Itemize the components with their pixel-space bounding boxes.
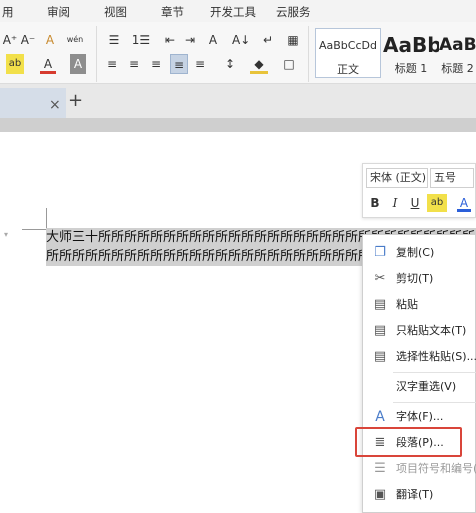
style-name: 标题 2 (441, 62, 474, 75)
context-menu: ❐ 复制(C) ✂ 剪切(T) ▤ 粘贴 ▤ 只粘贴文本(T) ▤ 选择性粘贴(… (362, 234, 476, 513)
italic-button[interactable]: I (387, 194, 403, 212)
bold-button[interactable]: B (367, 194, 383, 212)
menu-item-translate[interactable]: ▣ 翻译(T) (363, 483, 476, 507)
underline-button[interactable]: U (407, 194, 423, 212)
menu-item-label: 项目符号和编号( (396, 462, 476, 475)
menu-item-label: 字体(F)... (396, 410, 444, 423)
sort-button[interactable]: A↓ (232, 30, 250, 50)
line-spacing-button[interactable]: ↕ (220, 54, 240, 74)
menu-separator (393, 372, 476, 373)
char-shading-button[interactable]: A (70, 54, 86, 74)
font-color-button[interactable]: A (457, 194, 471, 212)
font-size-up-button[interactable]: A⁺ (2, 30, 18, 50)
annotation-highlight-box (355, 427, 462, 457)
highlight-button[interactable]: ab (427, 194, 447, 212)
style-normal[interactable]: AaBbCcDd 正文 (315, 28, 381, 78)
menu-tab-cloud[interactable]: 云服务 (276, 4, 311, 20)
bullets-button[interactable]: ☰ (104, 30, 124, 50)
menu-item-label: 选择性粘贴(S)... (396, 350, 476, 363)
new-tab-button[interactable]: + (68, 90, 83, 111)
fill-button[interactable]: ◆ (250, 54, 268, 74)
paste-special-icon: ▤ (373, 349, 387, 364)
menu-item-copy[interactable]: ❐ 复制(C) (363, 241, 476, 265)
paste-icon: ▤ (373, 297, 387, 312)
menu-item-bullets-numbering[interactable]: ☰ 项目符号和编号( (363, 457, 476, 481)
menu-tab-partial[interactable]: 用 (2, 4, 14, 20)
ribbon-divider (308, 26, 309, 82)
menu-item-cut[interactable]: ✂ 剪切(T) (363, 267, 476, 291)
menu-tab-developer[interactable]: 开发工具 (210, 4, 256, 20)
style-sample: AaB (439, 35, 476, 55)
style-heading-2[interactable]: AaB 标题 2 (439, 28, 476, 78)
justify-button[interactable]: ≡ (170, 54, 188, 74)
menu-item-paste[interactable]: ▤ 粘贴 (363, 293, 476, 317)
menu-item-reconvert[interactable]: 汉字重选(V) (363, 375, 476, 399)
menu-tab-chapter[interactable]: 章节 (161, 4, 184, 20)
document-tab[interactable]: × (0, 88, 66, 118)
workspace-background (0, 118, 476, 132)
margin-corner-mark (46, 208, 47, 230)
copy-icon: ❐ (374, 245, 386, 260)
menu-bar: 用 审阅 视图 章节 开发工具 云服务 (0, 0, 476, 22)
menu-item-font[interactable]: A 字体(F)... (363, 405, 476, 429)
pinyin-button[interactable]: wén (64, 30, 86, 50)
margin-corner-mark (22, 229, 47, 230)
indent-increase-button[interactable]: ⇥ (182, 30, 198, 50)
menu-item-label: 复制(C) (396, 246, 435, 259)
translate-icon: ▣ (373, 487, 387, 502)
style-gallery: AaBbCcDd 正文 AaBb 标题 1 AaB 标题 2 (313, 28, 476, 78)
highlight-button[interactable]: ab (6, 54, 24, 74)
menu-separator (393, 402, 476, 403)
scissors-icon: ✂ (374, 271, 386, 286)
font-size-down-button[interactable]: A⁻ (20, 30, 36, 50)
menu-item-paste-special[interactable]: ▤ 选择性粘贴(S)... (363, 345, 476, 369)
style-sample: AaBb (383, 33, 439, 56)
menu-item-label: 只粘贴文本(T) (396, 324, 467, 337)
indent-decrease-button[interactable]: ⇤ (162, 30, 178, 50)
bullets-icon: ☰ (374, 461, 386, 476)
table-button[interactable]: ▦ (284, 30, 302, 50)
font-icon: A (375, 409, 385, 425)
menu-tab-review[interactable]: 审阅 (47, 4, 70, 20)
border-button[interactable]: □ (280, 54, 298, 74)
menu-item-label: 翻译(T) (396, 488, 434, 501)
font-color-button[interactable]: A (40, 54, 56, 74)
numbering-button[interactable]: 1☰ (130, 30, 152, 50)
distribute-button[interactable]: ≡ (192, 54, 208, 74)
close-icon[interactable]: × (49, 97, 61, 113)
align-left-button[interactable]: ≡ (104, 54, 120, 74)
document-tab-bar: × + (0, 84, 476, 118)
show-marks-button[interactable]: ↵ (260, 30, 276, 50)
font-name-combo[interactable]: 宋体 (正文) (366, 168, 428, 188)
clear-format-button[interactable]: A (42, 30, 58, 50)
ribbon-divider (96, 26, 97, 82)
font-size-combo[interactable]: 五号 (430, 168, 474, 188)
margin-marker-icon: ▾ (4, 230, 9, 239)
mini-toolbar: 宋体 (正文) 五号 B I U ab A (362, 163, 476, 218)
menu-item-label: 汉字重选(V) (396, 380, 457, 393)
menu-tab-view[interactable]: 视图 (104, 4, 127, 20)
ribbon: A⁺ A⁻ A wén ☰ 1☰ ⇤ ⇥ A A↓ ↵ ▦ ab A A ≡ ≡… (0, 22, 476, 84)
paste-text-icon: ▤ (373, 323, 387, 338)
style-name: 标题 1 (394, 62, 428, 75)
menu-item-label: 粘贴 (396, 298, 418, 311)
menu-item-label: 剪切(T) (396, 272, 434, 285)
style-sample: AaBbCcDd (319, 39, 377, 52)
style-heading-1[interactable]: AaBb 标题 1 (383, 28, 439, 78)
text-effect-button[interactable]: A (204, 30, 222, 50)
style-name: 正文 (337, 63, 359, 76)
align-right-button[interactable]: ≡ (148, 54, 164, 74)
align-center-button[interactable]: ≡ (126, 54, 142, 74)
menu-item-paste-text[interactable]: ▤ 只粘贴文本(T) (363, 319, 476, 343)
selected-text-line[interactable]: 所所所所所所所所所所所所所所所所所所所所所所所所所所所所所所所所所所所所所 (46, 247, 362, 266)
